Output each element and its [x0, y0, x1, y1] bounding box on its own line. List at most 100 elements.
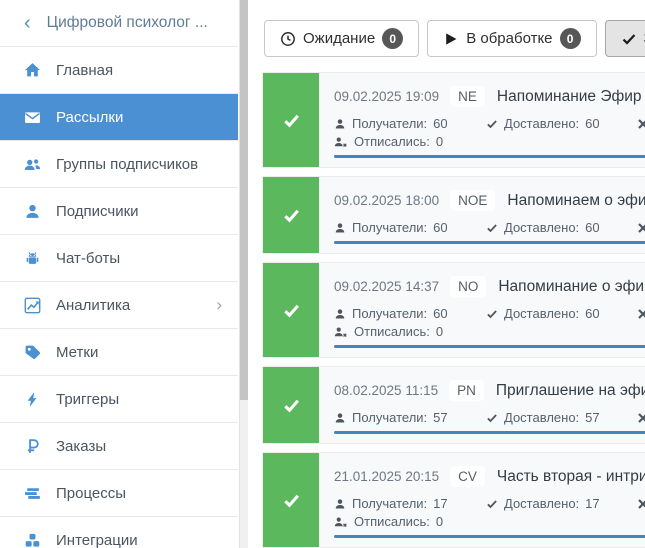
sidebar-item-tags[interactable]: Метки	[0, 329, 238, 376]
stat-recipients: Получатели: 57	[334, 410, 486, 425]
campaign-code-badge: NE	[450, 86, 485, 107]
stat-delivered: Доставлено: 60	[486, 220, 638, 235]
bolt-icon	[24, 391, 41, 408]
chevron-right-icon: ›	[216, 295, 222, 314]
progress-bar	[334, 155, 645, 158]
stat-unsubscribed: Отписались: 0	[334, 134, 486, 149]
sidebar-item-orders[interactable]: Заказы	[0, 423, 238, 470]
sidebar-item-label: Подписчики	[56, 202, 139, 220]
filter-buttons: Ожидание 0 В обработке 0 Завершено	[249, 0, 645, 57]
tag-icon	[24, 344, 41, 361]
app-root: ‹ Цифровой психолог ... Главная Рассылки…	[0, 0, 645, 548]
sidebar-item-label: Заказы	[56, 437, 107, 455]
robot-icon	[24, 250, 41, 267]
count-badge: 0	[559, 28, 581, 49]
campaign-date: 08.02.2025 11:15	[334, 383, 439, 398]
campaign-date: 09.02.2025 14:37	[334, 279, 440, 294]
stat-errors	[638, 116, 645, 131]
user-icon	[334, 498, 346, 510]
filter-waiting-button[interactable]: Ожидание 0	[264, 20, 420, 57]
stat-unsubscribed: Отписались: 0	[334, 324, 486, 339]
sidebar-item-label: Триггеры	[56, 390, 120, 408]
campaign-card[interactable]: 09.02.2025 19:09 NE Напоминание Эфир н П…	[262, 72, 645, 168]
stat-delivered: Доставлено: 17	[486, 496, 638, 511]
times-icon	[638, 222, 645, 233]
campaign-list: 09.02.2025 19:09 NE Напоминание Эфир н П…	[249, 57, 645, 548]
user-icon	[334, 412, 346, 424]
sidebar-item-label: Чат-боты	[56, 249, 121, 267]
stat-recipients: Получатели: 60	[334, 220, 486, 235]
user-icon	[334, 222, 346, 234]
sidebar-item-integrations[interactable]: Интеграции	[0, 517, 238, 548]
user-times-icon	[334, 516, 348, 528]
stat-recipients: Получатели: 17	[334, 496, 486, 511]
stat-unsubscribed: Отписались: 0	[334, 514, 486, 529]
progress-bar	[334, 241, 645, 244]
check-icon	[621, 31, 637, 47]
stat-delivered: Доставлено: 60	[486, 306, 638, 321]
status-check-icon	[263, 73, 319, 167]
stat-errors	[638, 306, 645, 321]
sidebar-item-label: Метки	[56, 343, 99, 361]
campaign-code-badge: NO	[450, 276, 487, 297]
campaign-card[interactable]: 09.02.2025 14:37 NO Напоминание о эфир П…	[262, 262, 645, 358]
sidebar-item-label: Группы подписчиков	[56, 155, 199, 173]
stat-recipients: Получатели: 60	[334, 116, 486, 131]
count-badge: 0	[382, 28, 404, 49]
chevron-left-icon[interactable]: ‹	[24, 13, 31, 33]
filter-processing-button[interactable]: В обработке 0	[427, 20, 597, 57]
sidebar-item-label: Рассылки	[56, 108, 124, 126]
sidebar: ‹ Цифровой психолог ... Главная Рассылки…	[0, 0, 238, 548]
times-icon	[638, 412, 645, 423]
check-icon	[486, 412, 498, 424]
users-icon	[24, 156, 41, 173]
campaign-card[interactable]: 21.01.2025 20:15 CV Часть вторая - интри…	[262, 452, 645, 548]
filter-completed-button[interactable]: Завершено	[604, 20, 645, 57]
sidebar-item-subscriber-groups[interactable]: Группы подписчиков	[0, 141, 238, 188]
play-icon	[443, 31, 459, 47]
stat-errors	[638, 220, 645, 235]
campaign-card[interactable]: 09.02.2025 18:00 NOE Напоминаем о эфир П…	[262, 176, 645, 254]
campaign-card[interactable]: 08.02.2025 11:15 PN Приглашение на эфир …	[262, 366, 645, 444]
sidebar-item-chatbots[interactable]: Чат-боты	[0, 235, 238, 282]
stat-delivered: Доставлено: 60	[486, 116, 638, 131]
status-check-icon	[263, 367, 319, 443]
ruble-icon	[24, 438, 41, 455]
sidebar-item-analytics[interactable]: Аналитика ›	[0, 282, 238, 329]
sidebar-item-mailings[interactable]: Рассылки	[0, 94, 238, 141]
sidebar-item-label: Интеграции	[56, 531, 138, 548]
clock-icon	[280, 31, 296, 47]
campaign-title: Часть вторая - интриг	[496, 467, 645, 485]
account-title: Цифровой психолог ...	[46, 14, 208, 31]
sidebar-scrollbar	[239, 0, 248, 548]
campaign-code-badge: NOE	[450, 190, 496, 211]
status-check-icon	[263, 177, 319, 253]
list-icon	[24, 485, 41, 502]
status-check-icon	[263, 453, 319, 547]
sidebar-item-processes[interactable]: Процессы	[0, 470, 238, 517]
sidebar-header[interactable]: ‹ Цифровой психолог ...	[0, 0, 238, 47]
user-icon	[24, 203, 41, 220]
sidebar-item-home[interactable]: Главная	[0, 47, 238, 94]
campaign-title: Напоминание Эфир н	[496, 87, 645, 105]
scrollbar-thumb[interactable]	[240, 0, 248, 400]
campaign-title: Напоминаем о эфир	[507, 191, 645, 209]
sidebar-item-label: Процессы	[56, 484, 127, 502]
check-icon	[486, 498, 498, 510]
check-icon	[486, 308, 498, 320]
times-icon	[638, 118, 645, 129]
sidebar-item-label: Аналитика	[56, 296, 131, 314]
times-icon	[638, 308, 645, 319]
cubes-icon	[24, 532, 41, 548]
envelope-icon	[24, 109, 41, 126]
stat-delivered: Доставлено: 57	[486, 410, 638, 425]
main-content: Ожидание 0 В обработке 0 Завершено 09.02…	[249, 0, 645, 548]
campaign-code-badge: CV	[450, 466, 485, 487]
stat-errors	[638, 496, 645, 511]
stat-recipients: Получатели: 60	[334, 306, 486, 321]
sidebar-item-triggers[interactable]: Триггеры	[0, 376, 238, 423]
sidebar-item-label: Главная	[56, 61, 114, 79]
campaign-title: Приглашение на эфир	[495, 381, 645, 399]
campaign-date: 21.01.2025 20:15	[334, 469, 440, 484]
sidebar-item-subscribers[interactable]: Подписчики	[0, 188, 238, 235]
